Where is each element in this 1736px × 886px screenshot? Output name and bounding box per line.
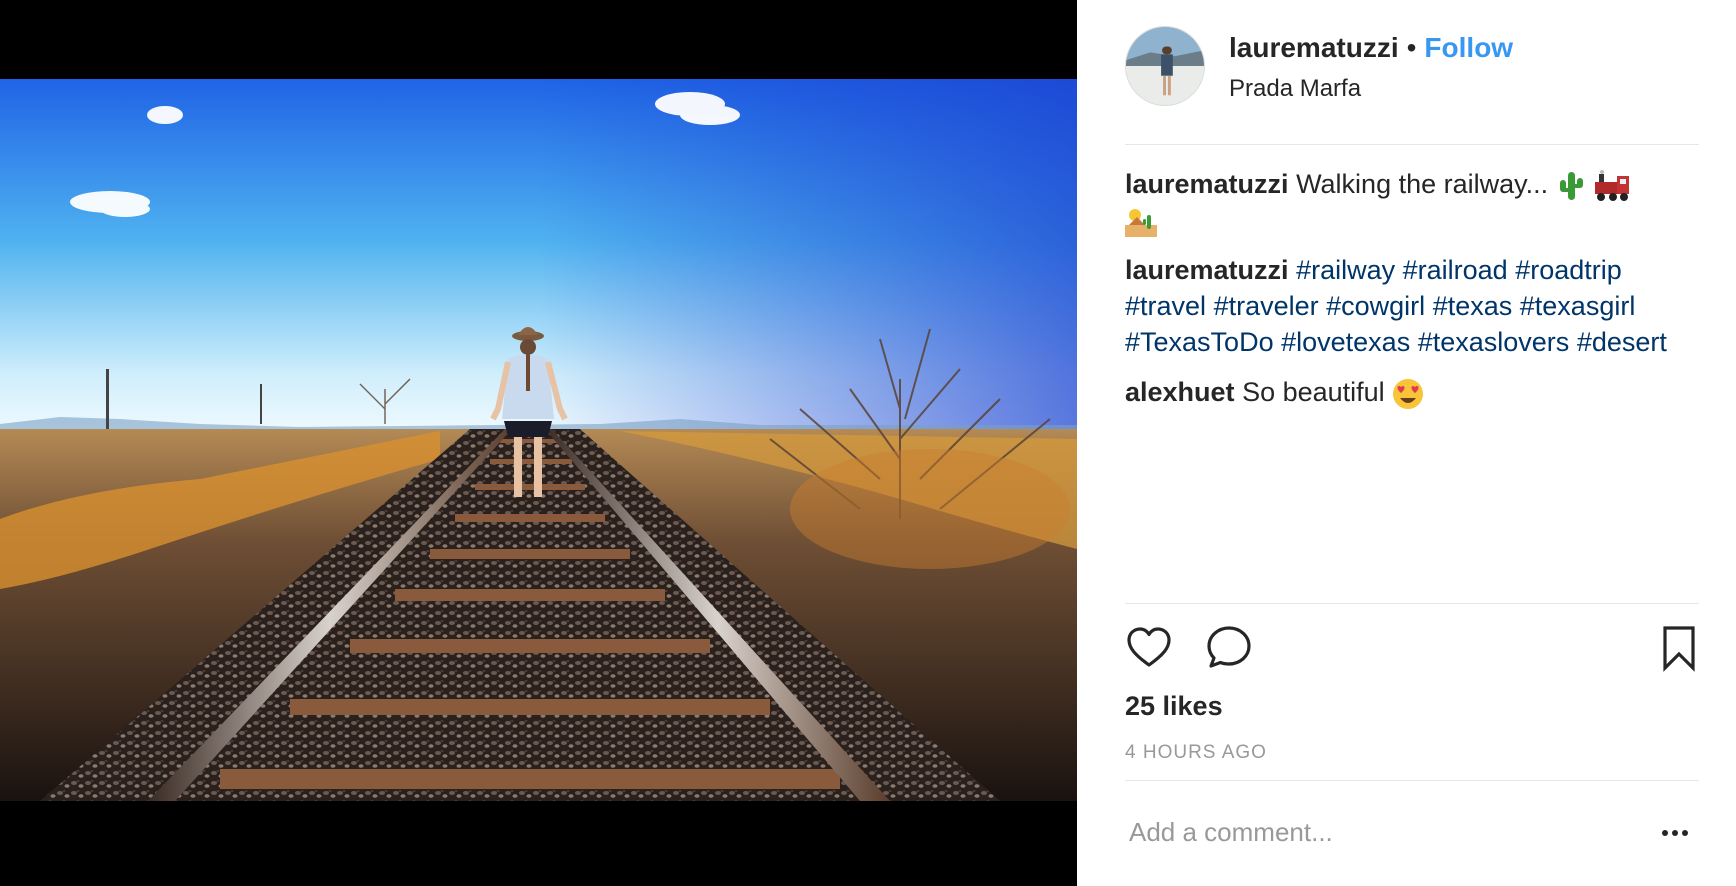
post-side-panel: laurematuzzi • Follow Prada Marfa lauremat… — [1077, 0, 1736, 886]
steam-locomotive-emoji-icon — [1595, 169, 1630, 201]
hashtag-link[interactable]: #railroad — [1403, 255, 1508, 285]
post-header: laurematuzzi • Follow Prada Marfa — [1125, 24, 1699, 145]
post-media — [0, 0, 1077, 886]
hashtag-link[interactable]: #texasgirl — [1520, 291, 1636, 321]
hashtag-link[interactable]: #desert — [1577, 327, 1667, 357]
heart-eyes-emoji-icon — [1393, 378, 1424, 409]
separator-dot: • — [1406, 32, 1417, 63]
cactus-emoji-icon — [1559, 171, 1583, 200]
instagram-post: laurematuzzi • Follow Prada Marfa lauremat… — [0, 0, 1736, 886]
comment-author[interactable]: laurematuzzi — [1125, 255, 1289, 285]
username-row: laurematuzzi • Follow — [1229, 30, 1513, 66]
comment-author[interactable]: alexhuet — [1125, 377, 1235, 407]
hashtag-link[interactable]: #texaslovers — [1418, 327, 1570, 357]
heart-icon[interactable] — [1125, 624, 1173, 672]
comment-icon[interactable] — [1205, 624, 1253, 672]
action-bar — [1125, 624, 1699, 672]
post-username[interactable]: laurematuzzi — [1229, 32, 1399, 63]
more-icon[interactable] — [1651, 815, 1699, 851]
hashtag-link[interactable]: #cowgirl — [1326, 291, 1425, 321]
comment-input[interactable] — [1125, 812, 1633, 852]
divider — [1125, 603, 1699, 604]
hashtag-link[interactable]: #texas — [1433, 291, 1513, 321]
hashtag-link[interactable]: #roadtrip — [1515, 255, 1622, 285]
desert-emoji-icon — [1125, 208, 1157, 237]
hashtag-link[interactable]: #lovetexas — [1281, 327, 1410, 357]
caption-comment: laurematuzzi Walking the railway... — [1125, 166, 1695, 238]
comment-list: laurematuzzi Walking the railway... laur… — [1125, 166, 1695, 424]
follow-button[interactable]: Follow — [1424, 32, 1513, 63]
bookmark-icon[interactable] — [1655, 624, 1703, 672]
hashtag-link[interactable]: #travel — [1125, 291, 1206, 321]
comment-text: So beautiful — [1242, 377, 1385, 407]
post-location[interactable]: Prada Marfa — [1229, 74, 1361, 104]
comment-author[interactable]: laurematuzzi — [1125, 169, 1289, 199]
hashtag-link[interactable]: #railway — [1296, 255, 1395, 285]
like-count[interactable]: 25 likes — [1125, 688, 1223, 724]
hashtag-comment: laurematuzzi #railway #railroad #roadtri… — [1125, 252, 1695, 360]
hashtag-link[interactable]: #TexasToDo — [1125, 327, 1274, 357]
divider — [1125, 780, 1699, 781]
user-comment: alexhuet So beautiful — [1125, 374, 1695, 410]
comment-text: Walking the railway... — [1296, 169, 1549, 199]
avatar[interactable] — [1125, 26, 1205, 106]
post-timestamp[interactable]: 4 HOURS AGO — [1125, 740, 1267, 766]
post-photo[interactable] — [0, 79, 1077, 801]
hashtag-link[interactable]: #traveler — [1214, 291, 1319, 321]
